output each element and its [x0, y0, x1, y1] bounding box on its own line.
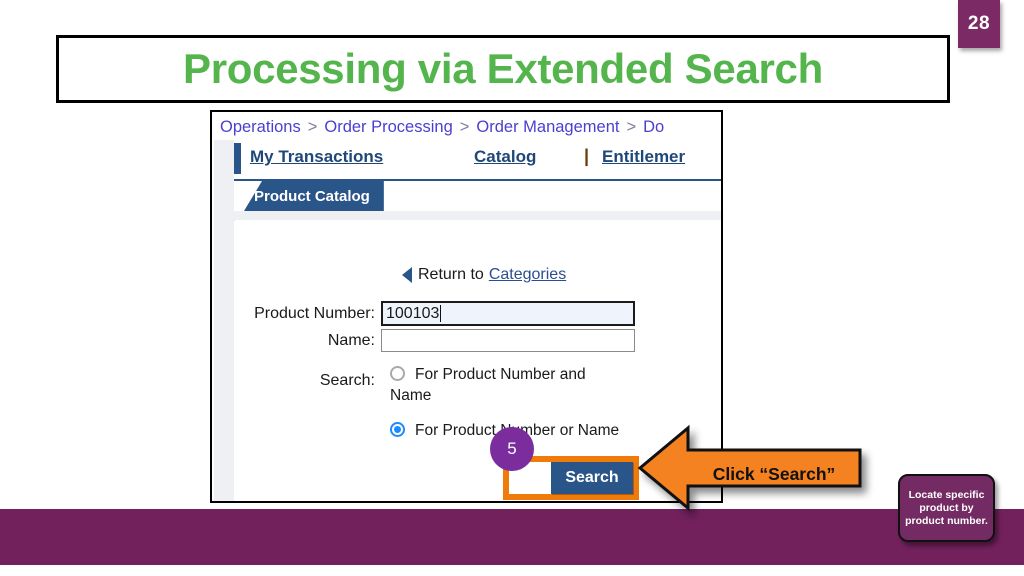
subtab-row: Product Catalog [234, 181, 721, 220]
callout-label: Click “Search” [712, 464, 836, 484]
nav-active-marker [234, 143, 241, 174]
breadcrumb: Operations > Order Processing > Order Ma… [220, 114, 664, 140]
nav-divider: | [584, 146, 590, 166]
search-mode-label: Search: [319, 372, 375, 389]
product-number-row: Product Number: 100103 [242, 301, 635, 326]
categories-link[interactable]: Categories [489, 266, 566, 284]
name-input[interactable] [381, 329, 635, 352]
name-row: Name: [242, 329, 635, 352]
slide-bottom-band [0, 509, 1024, 565]
nav-link-my-transactions[interactable]: My Transactions [250, 147, 383, 167]
page-title: Processing via Extended Search [183, 45, 823, 92]
radio-unselected-icon[interactable] [390, 366, 405, 381]
note-callout: Locate specific product by product numbe… [898, 474, 995, 542]
primary-nav: My Transactions Catalog | Entitlemer [234, 140, 721, 181]
return-to-categories[interactable]: Return to Categories [402, 266, 566, 284]
step-number-badge: 5 [490, 427, 534, 471]
nav-link-catalog[interactable]: Catalog [474, 147, 536, 167]
product-number-input[interactable]: 100103 [381, 301, 635, 326]
radio-option-and-label: For Product Number and Name [390, 366, 586, 404]
name-label: Name: [327, 331, 375, 349]
breadcrumb-separator: > [307, 117, 318, 136]
subtab-underline [234, 211, 721, 220]
return-label: Return to [418, 266, 484, 283]
radio-option-and[interactable]: For Product Number and Name [390, 364, 622, 406]
text-caret [440, 305, 442, 322]
breadcrumb-item-order-management[interactable]: Order Management [476, 118, 619, 137]
search-button[interactable]: Search [551, 462, 633, 494]
breadcrumb-item-order-processing[interactable]: Order Processing [324, 118, 452, 137]
app-left-rail-bottom [214, 475, 234, 501]
slide-title-box: Processing via Extended Search [56, 35, 950, 103]
radio-selected-icon[interactable] [390, 422, 405, 437]
product-number-label: Product Number: [254, 304, 375, 322]
breadcrumb-separator: > [459, 117, 470, 136]
breadcrumb-separator: > [626, 117, 637, 136]
app-left-rail [214, 140, 235, 501]
slide-page-number: 28 [958, 0, 1000, 48]
breadcrumb-item-operations[interactable]: Operations [220, 118, 301, 137]
nav-link-entitlements[interactable]: Entitlemer [602, 147, 685, 167]
product-number-value: 100103 [386, 304, 440, 322]
tab-product-catalog[interactable]: Product Catalog [244, 181, 384, 211]
breadcrumb-item-clipped[interactable]: Do [643, 118, 664, 137]
back-triangle-icon [402, 267, 412, 283]
